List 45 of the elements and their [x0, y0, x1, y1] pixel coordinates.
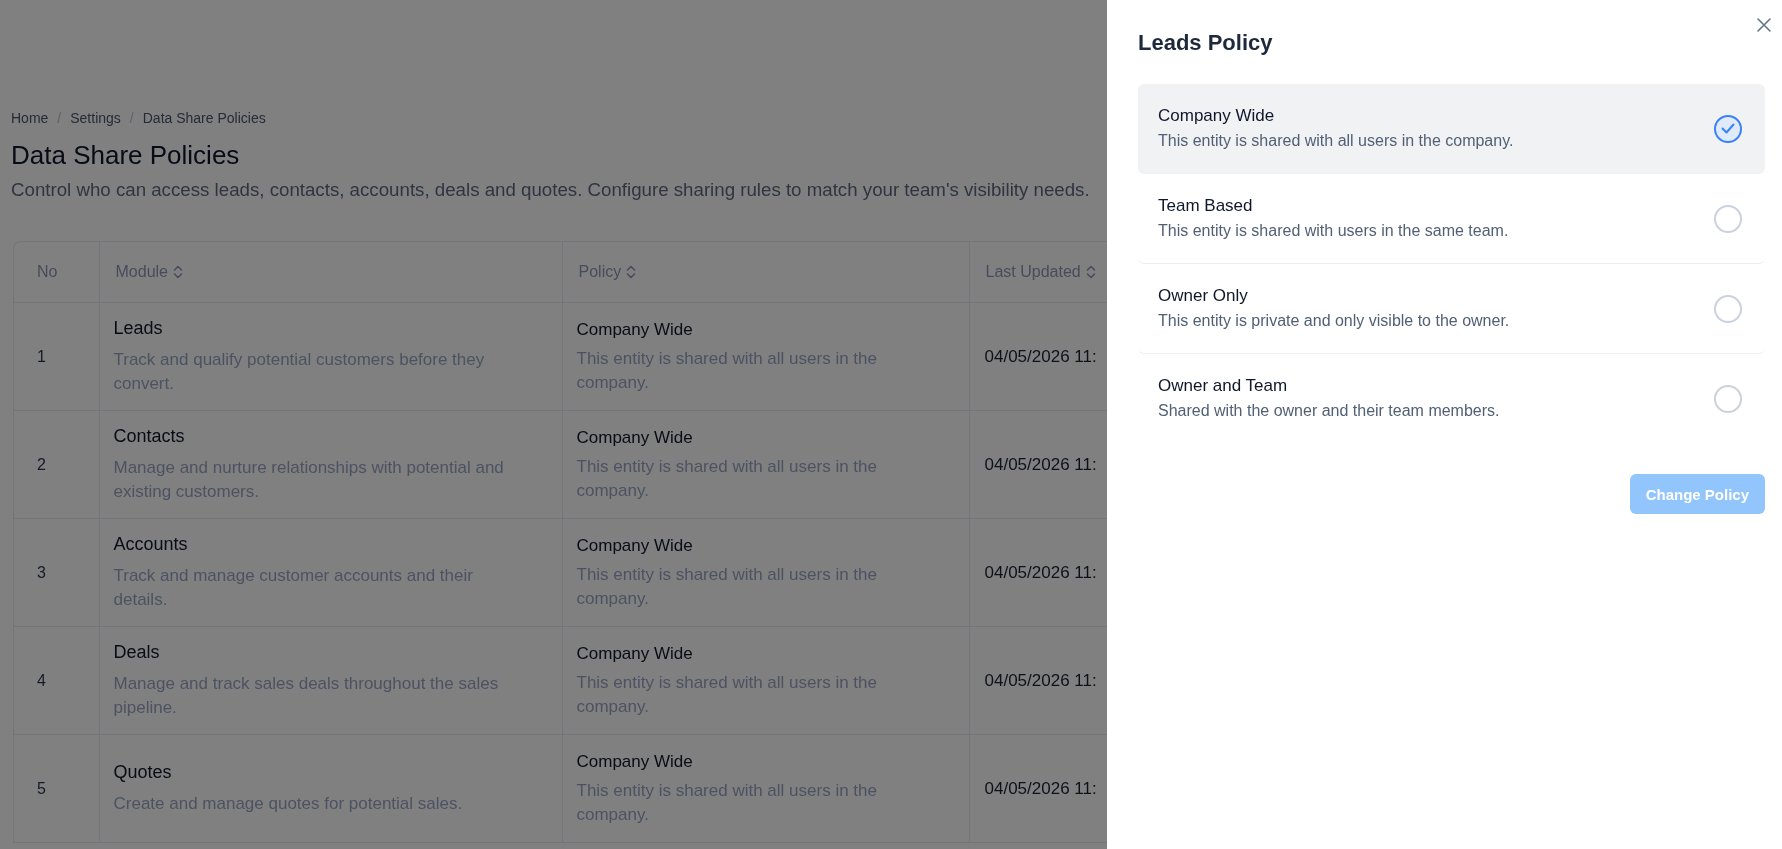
option-title: Owner Only — [1158, 285, 1248, 307]
module-name: Deals — [113, 641, 160, 663]
policy-name: Company Wide — [576, 750, 693, 773]
policy-option[interactable]: Company Wide This entity is shared with all users in the company. — [1138, 84, 1765, 174]
breadcrumb-separator: / — [57, 110, 62, 126]
breadcrumb-current: Data Share Policies — [142, 110, 266, 126]
row-number: 2 — [37, 455, 46, 474]
module-name: Accounts — [113, 533, 188, 555]
column-header: No — [37, 263, 58, 281]
policy-name: Company Wide — [576, 426, 693, 449]
page-title: Data Share Policies — [11, 139, 240, 171]
option-description: Shared with the owner and their team members. — [1158, 401, 1500, 421]
row-number: 3 — [37, 563, 46, 582]
breadcrumb-link[interactable]: Home — [11, 110, 49, 126]
option-description: This entity is shared with all users in the company. — [1158, 131, 1514, 151]
column-header[interactable]: Policy — [578, 263, 637, 281]
row-number: 1 — [37, 347, 46, 366]
column-header[interactable]: Last Updated — [985, 263, 1096, 281]
breadcrumb-link[interactable]: Settings — [70, 110, 121, 126]
module-name: Quotes — [113, 761, 172, 783]
close-icon — [1756, 17, 1772, 33]
column-header[interactable]: Module — [115, 263, 183, 281]
check-icon — [1721, 123, 1735, 134]
policy-name: Company Wide — [576, 318, 693, 341]
option-title: Owner and Team — [1158, 375, 1288, 397]
option-title: Team Based — [1158, 195, 1253, 217]
breadcrumb-separator: / — [129, 110, 134, 126]
policy-name: Company Wide — [576, 534, 693, 557]
module-name: Leads — [113, 317, 163, 339]
policy-name: Company Wide — [576, 642, 693, 665]
module-name: Contacts — [113, 425, 185, 447]
row-number: 5 — [37, 779, 46, 798]
last-updated-text: 04/05/2026 11: — [984, 562, 1097, 583]
option-description: This entity is private and only visible to the owner. — [1158, 311, 1510, 331]
radio-button[interactable] — [1714, 114, 1742, 143]
option-title: Company Wide — [1158, 105, 1275, 127]
last-updated-text: 04/05/2026 11: — [984, 778, 1097, 799]
last-updated-text: 04/05/2026 11: — [984, 454, 1097, 475]
row-number: 4 — [37, 671, 46, 690]
drawer-title: Leads Policy — [1138, 29, 1273, 57]
last-updated-text: 04/05/2026 11: — [984, 670, 1097, 691]
last-updated-text: 04/05/2026 11: — [984, 346, 1097, 367]
close-button[interactable] — [1756, 17, 1772, 33]
option-description: This entity is shared with users in the same team. — [1158, 221, 1509, 241]
page-description: Control who can access leads, contacts, accounts, deals and quotes. Configure sharing rules to match your team's visibility needs. — [11, 178, 1090, 202]
